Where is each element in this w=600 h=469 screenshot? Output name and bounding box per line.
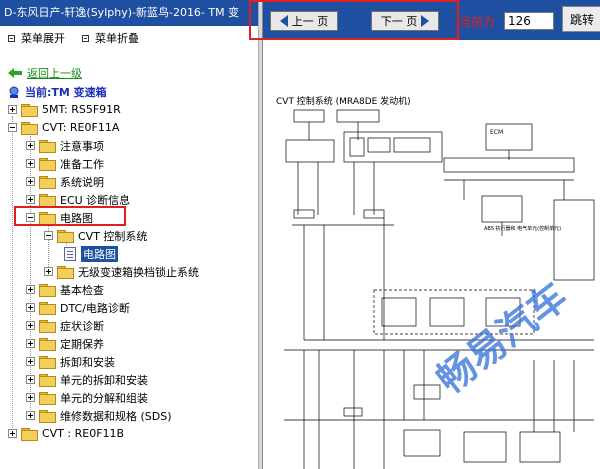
tree-node-shift-lock-system[interactable]: 无级变速箱换档锁止系统 [44, 263, 199, 280]
tree-node-symptom-diagnosis[interactable]: 症状诊断 [26, 317, 104, 334]
expand-icon [26, 177, 35, 186]
tree-node-preparation[interactable]: 准备工作 [26, 155, 104, 172]
tree-node-dtc-diagnosis[interactable]: DTC/电路诊断 [26, 299, 130, 316]
folder-icon [39, 337, 56, 351]
expand-icon [26, 357, 35, 366]
tree-node-cvt-re0f11b[interactable]: CVT : RE0F11B [8, 425, 124, 442]
tree-node-basic-inspection[interactable]: 基本检查 [26, 281, 104, 298]
collapse-icon [82, 34, 89, 42]
tree-node-system-description[interactable]: 系统说明 [26, 173, 104, 190]
expand-icon [26, 375, 35, 384]
jump-button[interactable]: 跳转 [562, 6, 600, 32]
folder-icon [39, 139, 56, 153]
diagram-title: CVT 控制系统 (MRA8DE 发动机) [276, 95, 411, 107]
document-icon [64, 246, 76, 261]
expand-icon [26, 339, 35, 348]
expand-icon [26, 321, 35, 330]
folder-icon [39, 409, 56, 423]
folder-icon [57, 265, 74, 279]
next-page-button[interactable]: 下一 页 [371, 11, 439, 31]
watermark-text: 畅易汽车 [428, 274, 575, 402]
back-link[interactable]: 返回上一级 [8, 65, 82, 81]
expand-icon [8, 429, 17, 438]
tree-node-unit-disassembly[interactable]: 单元的分解和组装 [26, 389, 148, 406]
folder-icon [39, 355, 56, 369]
tree-node-unit-removal[interactable]: 单元的拆卸和安装 [26, 371, 148, 388]
location-icon [9, 86, 19, 98]
expand-icon [26, 393, 35, 402]
collapse-menu-button[interactable]: 菜单折叠 [82, 30, 139, 46]
panel-splitter[interactable] [258, 0, 263, 469]
expand-icon [26, 195, 35, 204]
pager-highlight-box: 上一 页 下一 页 [249, 0, 459, 40]
expand-icon [8, 34, 15, 42]
tree-node-service-data[interactable]: 维修数据和规格 (SDS) [26, 407, 172, 424]
wiring-diagram-svg: CVT 控制系统 (MRA8DE 发动机) ECM ABS 执行器和 电气单元(… [276, 95, 595, 469]
expand-icon [26, 141, 35, 150]
arrow-left-icon [279, 15, 288, 27]
current-location: 当前:TM 变速箱 [8, 84, 107, 100]
folder-icon [39, 301, 56, 315]
folder-icon [39, 319, 56, 333]
page-number-input[interactable] [504, 12, 554, 30]
folder-icon [39, 373, 56, 387]
window-title: D-东风日产-轩逸(Sylphy)-新蓝鸟-2016- TM 变 [0, 0, 262, 26]
back-arrow-icon [8, 68, 22, 78]
expand-icon [44, 267, 53, 276]
expand-icon [26, 285, 35, 294]
tree-node-precautions[interactable]: 注意事项 [26, 137, 104, 154]
folder-open-icon [57, 229, 74, 243]
folder-icon [21, 427, 38, 441]
folder-icon [39, 283, 56, 297]
expand-menu-button[interactable]: 菜单展开 [8, 30, 65, 46]
collapse-icon [8, 123, 17, 132]
wiring-diagram-view: CVT 控制系统 (MRA8DE 发动机) ECM ABS 执行器和 电气单元(… [264, 40, 600, 469]
folder-icon [39, 193, 56, 207]
prev-page-button[interactable]: 上一 页 [270, 11, 338, 31]
expand-icon [26, 159, 35, 168]
tree-node-cvt-re0f11a[interactable]: CVT: RE0F11A [8, 119, 119, 136]
tree-node-periodic-maintenance[interactable]: 定期保养 [26, 335, 104, 352]
ecm-label: ECM [490, 129, 503, 136]
expand-icon [26, 303, 35, 312]
tree-node-cvt-wiring-diagram[interactable]: 电路图 [64, 245, 118, 262]
abs-label: ABS 执行器和 电气单元(控制单元) [484, 225, 561, 232]
folder-icon [39, 391, 56, 405]
tree-node-removal-installation[interactable]: 拆卸和安装 [26, 353, 115, 370]
folder-icon [21, 103, 38, 117]
menu-toolbar: 菜单展开 菜单折叠 [0, 26, 262, 48]
collapse-icon [44, 231, 53, 240]
navigation-tree: 返回上一级 当前:TM 变速箱 5MT: RS5F91R CVT: RE0F11… [0, 48, 258, 469]
tree-node-5mt[interactable]: 5MT: RS5F91R [8, 101, 121, 118]
expand-icon [8, 105, 17, 114]
folder-icon [39, 157, 56, 171]
folder-icon [39, 175, 56, 189]
folder-open-icon [21, 121, 38, 135]
current-page-label: 当前为 [459, 15, 496, 29]
expand-icon [26, 411, 35, 420]
arrow-right-icon [421, 15, 430, 27]
tree-node-cvt-control-system[interactable]: CVT 控制系统 [44, 227, 147, 244]
highlight-box [14, 206, 126, 226]
